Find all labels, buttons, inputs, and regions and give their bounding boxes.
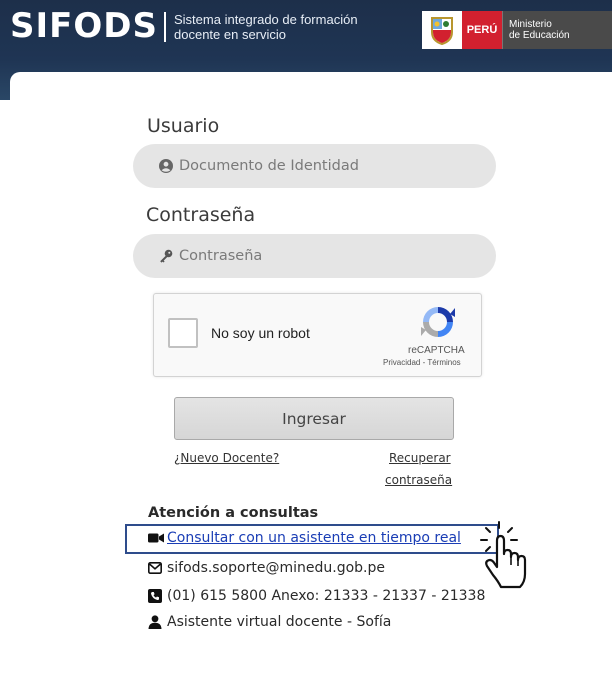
password-input-placeholder: Contraseña	[179, 248, 263, 264]
sifods-logo[interactable]: SIFODS	[10, 6, 158, 46]
phone-icon	[148, 589, 164, 603]
new-teacher-link[interactable]: ¿Nuevo Docente?	[174, 451, 279, 465]
envelope-icon	[148, 561, 164, 575]
recover-password-link-line-2[interactable]: contraseña	[385, 473, 452, 487]
support-title: Atención a consultas	[148, 505, 319, 521]
user-label: Usuario	[147, 115, 220, 137]
recaptcha-label: No soy un robot	[211, 325, 310, 341]
user-circle-icon	[159, 159, 173, 173]
support-phone: (01) 615 5800 Anexo: 21333 - 21337 - 213…	[167, 588, 486, 604]
password-label: Contraseña	[146, 204, 256, 226]
recaptcha-widget: No soy un robot reCAPTCHA Privacidad - T…	[153, 293, 482, 377]
user-icon	[148, 615, 164, 629]
support-email[interactable]: sifods.soporte@minedu.gob.pe	[167, 560, 385, 576]
peru-shield-icon	[422, 11, 462, 49]
tagline-line-2: docente en servicio	[174, 27, 287, 42]
ministry-line-2: de Educación	[509, 30, 570, 41]
support-email-row: sifods.soporte@minedu.gob.pe	[148, 560, 385, 576]
realtime-assistant-row[interactable]: Consultar con un asistente en tiempo rea…	[148, 530, 461, 546]
ministry-line-1: Ministerio	[509, 19, 552, 30]
virtual-assistant-label[interactable]: Asistente virtual docente - Sofía	[167, 614, 391, 630]
recover-password-link-line-1[interactable]: Recuperar	[389, 451, 451, 465]
user-input-placeholder: Documento de Identidad	[179, 158, 359, 174]
recaptcha-logo-icon	[420, 304, 456, 340]
recaptcha-terms-link[interactable]: Privacidad - Términos	[383, 358, 461, 367]
recaptcha-checkbox[interactable]	[168, 318, 198, 348]
login-button[interactable]: Ingresar	[174, 397, 454, 440]
hand-pointer-icon	[479, 520, 535, 590]
user-input[interactable]: Documento de Identidad	[133, 144, 496, 188]
logo-divider	[164, 12, 166, 42]
peru-minedu-logo[interactable]: PERÚ Ministerio de Educación	[422, 11, 612, 49]
recaptcha-brand: reCAPTCHA	[408, 345, 465, 356]
realtime-assistant-link[interactable]: Consultar con un asistente en tiempo rea…	[167, 530, 461, 546]
video-camera-icon	[148, 531, 164, 545]
key-icon	[159, 249, 173, 263]
support-phone-row: (01) 615 5800 Anexo: 21333 - 21337 - 213…	[148, 588, 485, 604]
tagline: Sistema integrado de formación docente e…	[174, 12, 358, 42]
virtual-assistant-row[interactable]: Asistente virtual docente - Sofía	[148, 614, 391, 630]
ministry-label: Ministerio de Educación	[502, 11, 612, 49]
peru-label: PERÚ	[462, 11, 502, 49]
tagline-line-1: Sistema integrado de formación	[174, 12, 358, 27]
password-input[interactable]: Contraseña	[133, 234, 496, 278]
